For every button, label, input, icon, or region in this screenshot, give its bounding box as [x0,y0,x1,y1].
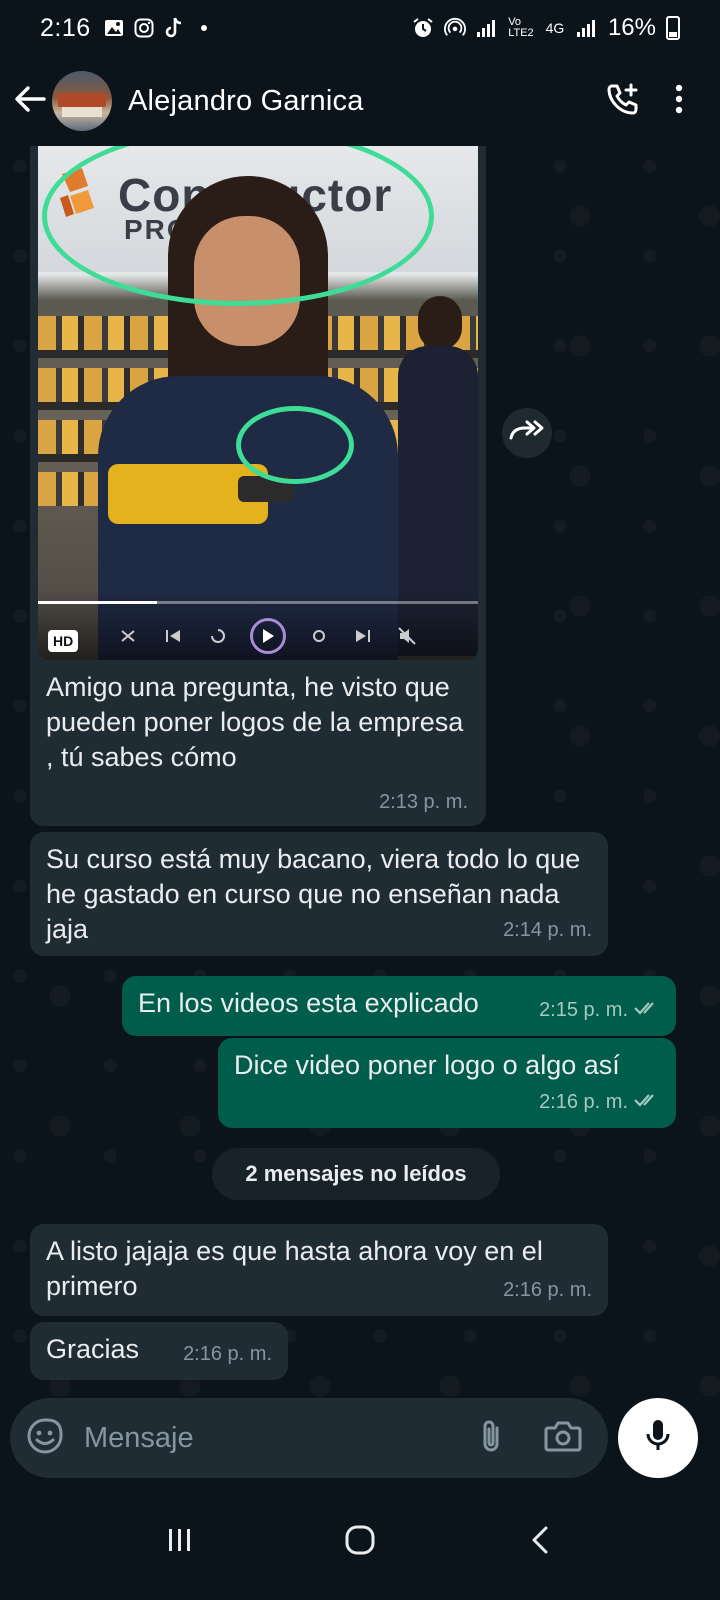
message-bubble-outgoing[interactable]: En los videos esta explicado 2:15 p. m. [122,976,676,1036]
signal-icon-2 [576,17,598,39]
alarm-icon [412,17,434,39]
next-icon[interactable] [352,625,374,647]
rewind-icon[interactable] [206,625,228,647]
previous-icon[interactable] [162,625,184,647]
media-caption: Amigo una pregunta, he visto que pueden … [46,672,464,772]
forward-icon [509,420,545,447]
signal-icon [476,17,498,39]
message-time: 2:14 p. m. [503,919,592,941]
chat-header: Alejandro Garnica [0,56,720,146]
message-text: Dice video poner logo o algo así [234,1050,620,1080]
video-thumbnail[interactable]: Constructor PRO STORE [38,146,478,660]
recent-apps-button[interactable] [155,1515,205,1565]
network-type-icon: 4G [545,20,565,36]
video-progress[interactable] [38,601,478,604]
back-arrow-icon [14,85,46,118]
more-vert-icon[interactable] [674,84,684,119]
gallery-icon [103,17,125,39]
message-time: 2:13 p. m. [379,791,468,813]
paperclip-icon[interactable] [478,1418,504,1459]
voice-record-button[interactable] [618,1398,698,1478]
status-bar: 2:16 Vo LTE2 4G 16% [0,0,720,56]
camera-icon[interactable] [544,1420,582,1457]
message-meta: 2:16 p. m. [539,1085,660,1120]
contact-name[interactable]: Alejandro Garnica [128,85,364,118]
battery-icon [666,16,680,40]
media-message-bubble[interactable]: Constructor PRO STORE [30,146,486,826]
shirt-logo-annotation-circle [236,406,354,484]
back-button[interactable] [12,83,48,119]
video-progress-fill [38,601,157,604]
sticker-icon[interactable] [26,1417,64,1460]
message-input-bar[interactable]: Mensaje [10,1398,608,1478]
back-nav-button[interactable] [515,1515,565,1565]
header-actions [606,82,720,121]
message-input[interactable]: Mensaje [84,1422,478,1455]
chat-area[interactable]: Constructor PRO STORE [0,146,720,1410]
settings-icon[interactable] [308,625,330,647]
input-actions [478,1418,588,1459]
message-bubble-outgoing[interactable]: Dice video poner logo o algo así 2:16 p.… [218,1038,676,1128]
hd-badge: HD [48,630,79,652]
play-button[interactable] [250,618,286,654]
home-button[interactable] [335,1515,385,1565]
tiktok-icon [163,17,185,39]
message-bubble-incoming[interactable]: Su curso está muy bacano, viera todo lo … [30,832,608,956]
message-bubble-incoming[interactable]: Gracias 2:16 p. m. [30,1322,288,1380]
dot-icon [193,17,215,39]
forward-button[interactable] [502,408,552,458]
message-meta: 2:15 p. m. [539,993,660,1028]
battery-percent: 16% [607,14,656,41]
message-time: 2:16 p. m. [183,1343,272,1365]
hotspot-icon [443,17,466,39]
instagram-icon [133,17,155,39]
volte-icon: Vo LTE2 [508,16,534,39]
double-check-icon [634,1085,660,1120]
shuffle-icon[interactable] [118,625,140,647]
mute-icon[interactable] [396,625,418,647]
message-time: 2:16 p. m. [503,1279,592,1301]
notification-icons [103,17,215,39]
message-text: En los videos esta explicado [138,988,479,1018]
avatar[interactable] [52,71,112,131]
system-icons: Vo LTE2 4G 16% [412,14,680,42]
status-time: 2:16 [40,13,91,42]
message-bubble-incoming[interactable]: A listo jajaja es que hasta ahora voy en… [30,1224,608,1316]
video-controls [118,618,418,654]
mic-icon [644,1418,672,1459]
system-navigation-bar [0,1480,720,1600]
add-call-icon[interactable] [606,82,640,121]
unread-divider: 2 mensajes no leídos [212,1148,500,1200]
double-check-icon [634,993,660,1028]
